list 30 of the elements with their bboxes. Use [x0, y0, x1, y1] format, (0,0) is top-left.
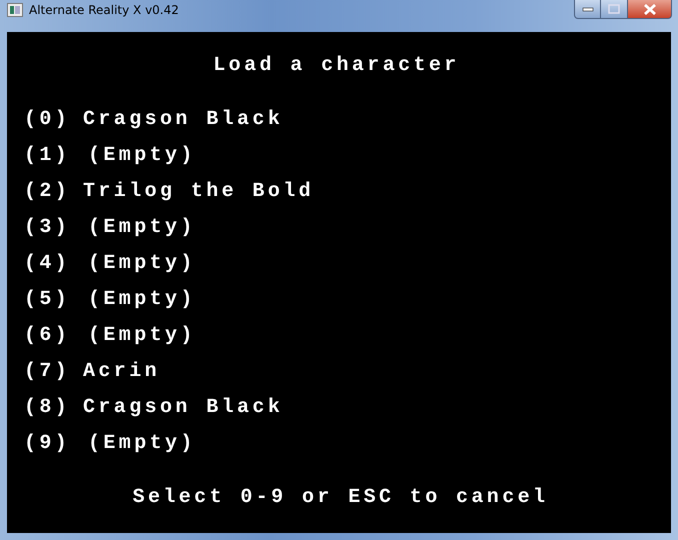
maximize-icon — [608, 4, 620, 14]
empty-slot-label: (Empty) — [87, 143, 196, 169]
app-icon — [7, 3, 23, 17]
instruction-text: Select 0-9 or ESC to cancel — [132, 485, 548, 511]
slot-number: (4) — [24, 251, 72, 277]
empty-slot-label: (Empty) — [87, 287, 196, 313]
minimize-icon — [582, 6, 594, 12]
empty-slot-label: (Empty) — [87, 215, 196, 241]
slot-number: (9) — [24, 431, 72, 457]
empty-slot-label: (Empty) — [87, 431, 196, 457]
minimize-button[interactable] — [574, 0, 601, 19]
slot-number: (1) — [24, 143, 72, 169]
slot-number: (2) — [24, 179, 72, 205]
close-button[interactable] — [628, 0, 672, 19]
character-name: Cragson Black — [83, 107, 284, 133]
character-name: Acrin — [83, 359, 160, 385]
window-title: Alternate Reality X v0.42 — [29, 3, 179, 17]
character-name: Cragson Black — [83, 395, 284, 421]
empty-slot-label: (Empty) — [87, 251, 196, 277]
maximize-button[interactable] — [601, 0, 628, 19]
close-icon — [642, 4, 656, 14]
slot-number: (3) — [24, 215, 72, 241]
empty-slot-label: (Empty) — [87, 323, 196, 349]
slot-number: (0) — [24, 107, 72, 133]
character-name: Trilog the Bold — [83, 179, 314, 205]
slot-number: (8) — [24, 395, 72, 421]
screen-heading: Load a character — [213, 53, 460, 79]
slot-number: (5) — [24, 287, 72, 313]
slot-number: (7) — [24, 359, 72, 385]
slot-number: (6) — [24, 323, 72, 349]
